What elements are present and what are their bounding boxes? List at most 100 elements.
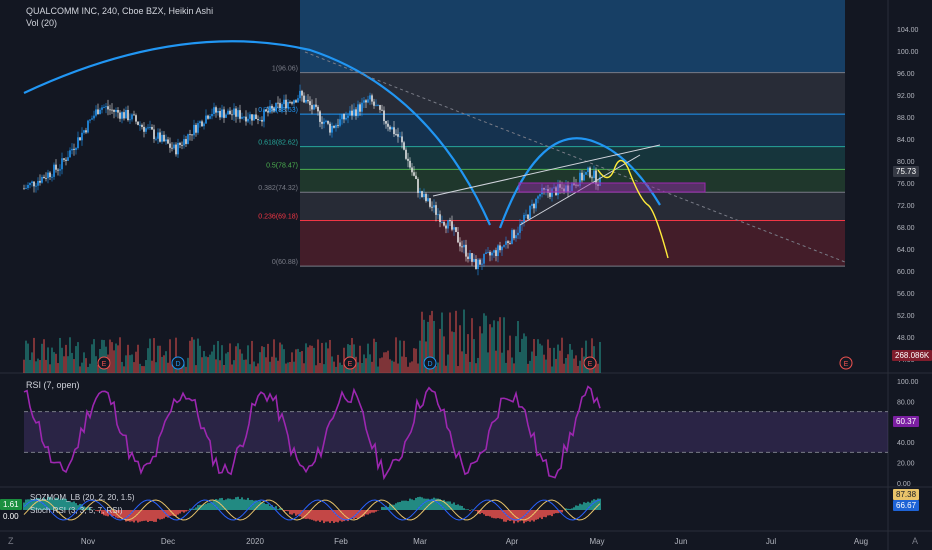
momentum-bar (513, 510, 515, 524)
volume-bar (163, 355, 165, 373)
volume-bar (125, 355, 127, 373)
momentum-bar (321, 510, 323, 521)
price-candle (41, 176, 43, 183)
volume-bar (227, 352, 229, 373)
volume-bar (415, 348, 417, 373)
volume-bar (571, 349, 573, 373)
momentum-bar (561, 510, 563, 513)
price-candle (413, 172, 415, 176)
price-candle (39, 180, 41, 183)
volume-bar (413, 348, 415, 373)
price-tick-label: 100.00 (897, 49, 919, 56)
volume-bar (523, 333, 525, 373)
price-candle (325, 120, 327, 122)
price-candle (497, 245, 499, 257)
volume-bar (491, 327, 493, 373)
volume-bar (395, 337, 397, 373)
volume-bar (457, 366, 459, 373)
volume-bar (157, 345, 159, 373)
momentum-bar (411, 499, 413, 510)
momentum-bar (573, 507, 575, 510)
price-candle (341, 114, 343, 120)
momentum-bar (403, 500, 405, 510)
price-candle (135, 115, 137, 122)
volume-bar (215, 359, 217, 373)
price-candle (113, 109, 115, 112)
price-candle (349, 110, 351, 116)
volume-value-label: 268.086K (892, 350, 932, 361)
volume-bar (81, 362, 83, 373)
price-candle (265, 109, 267, 112)
volume-bar (515, 336, 517, 373)
price-candle (181, 144, 183, 146)
volume-bar (581, 347, 583, 373)
volume-bar (269, 361, 271, 373)
volume-bar (453, 332, 455, 373)
momentum-bar (517, 510, 519, 523)
momentum-bar (345, 510, 347, 520)
volume-bar (465, 353, 467, 373)
volume-bar (205, 356, 207, 373)
price-candle (67, 157, 69, 161)
volume-bar (79, 366, 81, 373)
volume-bar (185, 366, 187, 373)
price-candle (477, 259, 479, 270)
momentum-bar (571, 508, 573, 510)
price-candle (195, 124, 197, 133)
volume-bar (333, 361, 335, 373)
volume-bar (59, 337, 61, 373)
momentum-bar (297, 510, 299, 515)
price-candle (287, 101, 289, 109)
momentum-bar (237, 496, 239, 510)
momentum-bar (433, 497, 435, 510)
volume-bar (147, 348, 149, 373)
price-candle (537, 196, 539, 199)
volume-bar (567, 354, 569, 373)
volume-bar (371, 361, 373, 373)
price-candle (55, 164, 57, 170)
volume-bar (45, 359, 47, 373)
volume-bar (327, 348, 329, 373)
price-candle (299, 90, 301, 99)
price-candle (421, 191, 423, 198)
fib-zone (300, 114, 845, 147)
volume-bar (111, 342, 113, 373)
volume-bar (509, 335, 511, 373)
price-candle (501, 246, 503, 251)
price-candle (469, 253, 471, 259)
price-candle (337, 125, 339, 126)
price-candle (527, 214, 529, 219)
volume-bar (447, 354, 449, 373)
momentum-bar (227, 498, 229, 510)
price-candle (257, 119, 259, 121)
volume-bar (57, 363, 59, 373)
volume-bar (309, 345, 311, 373)
price-candle (177, 142, 179, 155)
price-candle (423, 193, 425, 198)
chart-canvas[interactable]: 1(96.06)0.786(88.53)0.618(82.62)0.5(78.4… (0, 0, 932, 550)
price-candle (111, 109, 113, 111)
price-candle (141, 124, 143, 127)
volume-bar (143, 366, 145, 373)
price-candle (83, 130, 85, 133)
volume-bar (259, 352, 261, 373)
volume-bar (475, 363, 477, 373)
volume-bar (339, 362, 341, 373)
volume-bar (573, 358, 575, 373)
price-candle (233, 108, 235, 115)
volume-bar (35, 361, 37, 373)
price-candle (85, 130, 87, 133)
volume-bar (495, 350, 497, 373)
volume-bar (463, 309, 465, 373)
volume-bar (53, 352, 55, 373)
price-candle (277, 102, 279, 104)
price-tick-label: 52.00 (897, 313, 915, 320)
stoch-value-label: 66.67 (893, 500, 920, 511)
auto-scale-button[interactable]: A (912, 536, 918, 546)
momentum-bar (207, 502, 209, 510)
price-candle (65, 159, 67, 161)
momentum-bar (177, 510, 179, 515)
price-candle (385, 121, 387, 124)
timezone-corner-icon[interactable]: Z (8, 536, 14, 546)
price-candle (167, 139, 169, 144)
